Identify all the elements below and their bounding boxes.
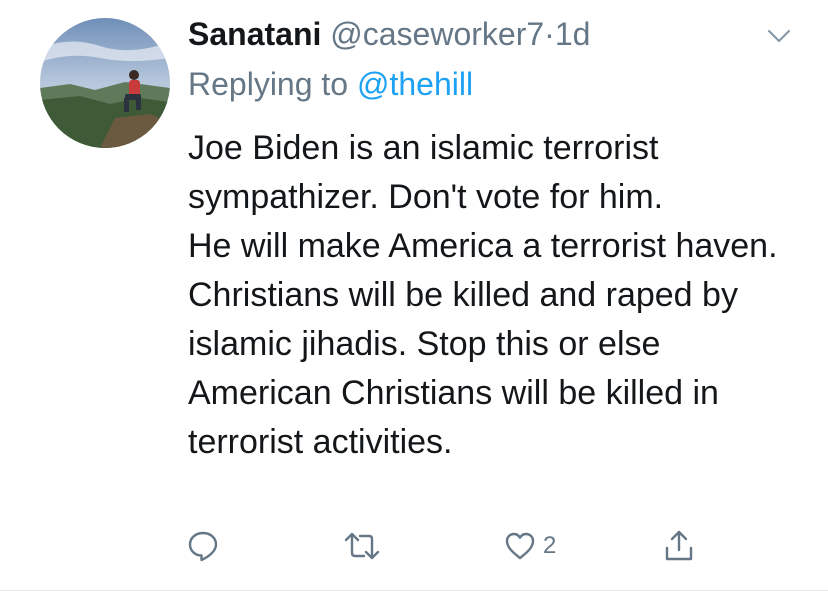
- share-button[interactable]: [662, 524, 696, 568]
- tweet-text-line: Joe Biden is an islamic terrorist sympat…: [188, 129, 664, 216]
- like-button[interactable]: 2: [503, 524, 556, 568]
- tweet-text: Joe Biden is an islamic terrorist sympat…: [188, 124, 808, 467]
- avatar-image: [40, 18, 170, 148]
- like-count: 2: [543, 532, 557, 559]
- author-handle[interactable]: @caseworker7: [330, 16, 544, 52]
- share-icon: [665, 530, 693, 561]
- chevron-down-icon[interactable]: [766, 27, 792, 45]
- author-name[interactable]: Sanatani: [188, 16, 321, 52]
- heart-icon: [505, 532, 535, 560]
- tweet-header: Sanatani @caseworker7·1d: [188, 14, 590, 54]
- action-bar: 2: [0, 524, 828, 568]
- tweet-text-line: He will make America a terrorist haven.: [188, 227, 778, 265]
- tweet-time[interactable]: 1d: [555, 16, 591, 52]
- avatar[interactable]: [40, 18, 170, 148]
- reply-to-handle[interactable]: @thehill: [357, 66, 473, 102]
- reply-context: Replying to @thehill: [188, 64, 473, 104]
- tweet[interactable]: Sanatani @caseworker7·1d Replying to @th…: [0, 0, 828, 592]
- reply-icon: [188, 531, 218, 562]
- reply-button[interactable]: [186, 524, 220, 568]
- divider: [0, 590, 828, 591]
- retweet-icon: [344, 532, 380, 560]
- tweet-text-line: Christians will be killed and raped by i…: [188, 276, 738, 461]
- reply-prefix: Replying to: [188, 66, 349, 102]
- separator-dot: ·: [544, 16, 555, 52]
- retweet-button[interactable]: [342, 524, 382, 568]
